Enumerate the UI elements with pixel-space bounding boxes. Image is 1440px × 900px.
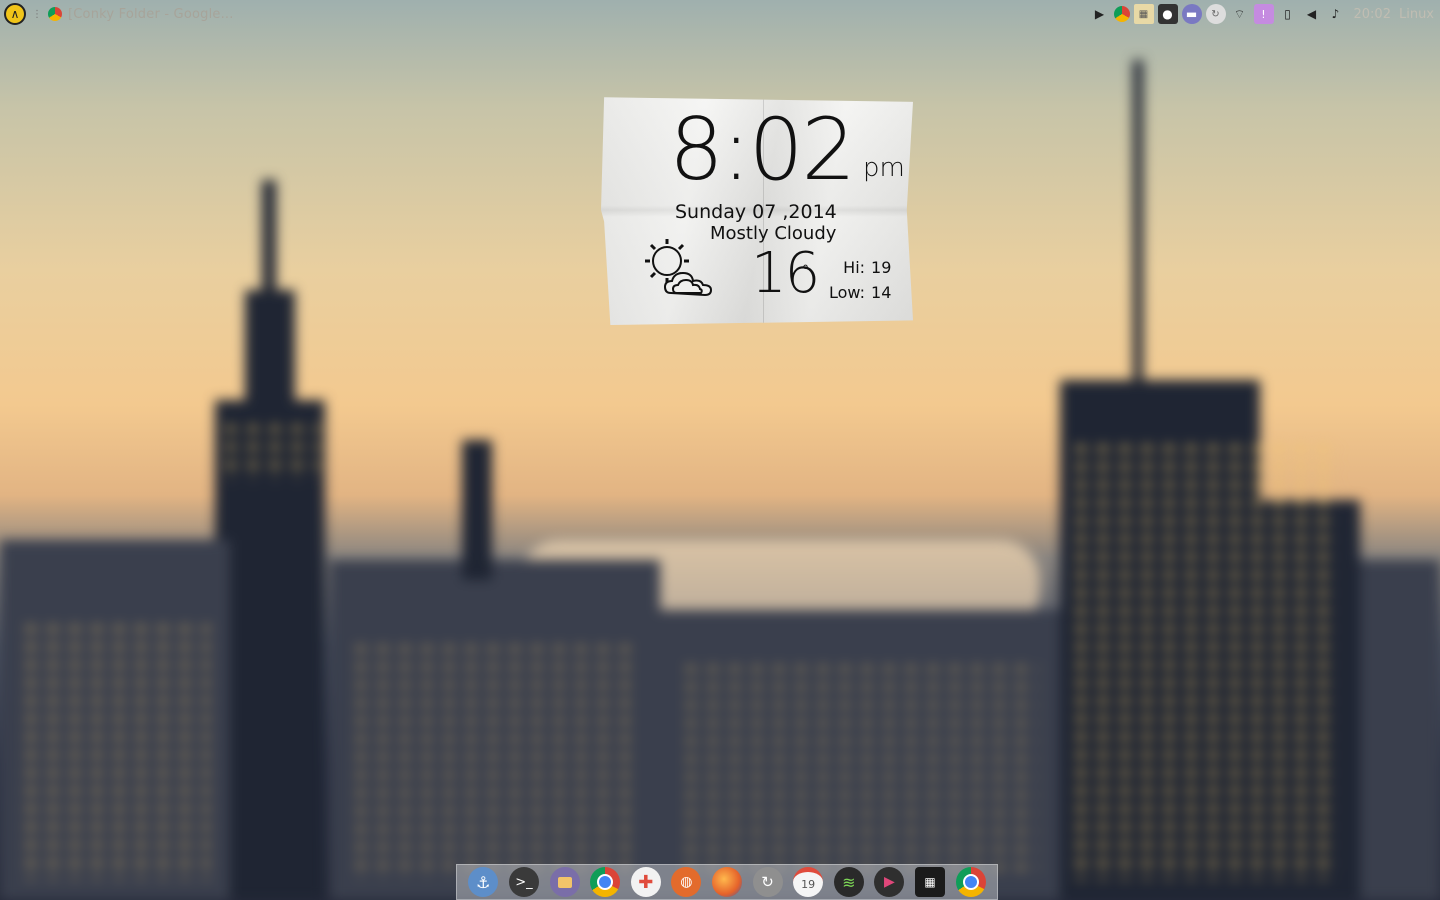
indicator-icon[interactable]: ! <box>1253 4 1274 24</box>
calendar-icon[interactable]: 19 <box>793 867 824 897</box>
photo-icon[interactable]: ▦ <box>1133 4 1154 24</box>
conky-ampm: pm <box>863 153 905 183</box>
media-player-icon[interactable]: ▶ <box>874 867 905 897</box>
calendar-day: 19 <box>801 878 816 891</box>
low-value: 14 <box>871 283 892 302</box>
chrome-icon[interactable] <box>48 7 62 21</box>
terminal-icon[interactable]: >_ <box>508 867 539 897</box>
hi-value: 19 <box>871 258 892 277</box>
chrome-icon[interactable] <box>955 867 986 897</box>
wifi-icon[interactable]: ⌔ <box>1230 4 1250 24</box>
conky-hi-low: Hi: 19 Low: 14 <box>829 255 891 305</box>
update-icon[interactable]: ↻ <box>1205 4 1226 24</box>
dock: ⚓ >_ ✚ ◍ ↻ 19 ≋ ▶ ▦ <box>456 864 998 900</box>
conky-weather-widget: 8:02 pm Sunday 07 ,2014 Mostly Cloudy 16… <box>601 97 913 325</box>
apps-grid-icon[interactable]: ▦ <box>915 867 945 897</box>
panel-left: ∧ ⋮ [Conky Folder - Google... <box>0 3 234 25</box>
distro-label: Linux <box>1398 6 1434 22</box>
conky-degree: ° <box>802 263 809 279</box>
top-panel: ∧ ⋮ [Conky Folder - Google... ▶ ▦ ● ▬ ↻ … <box>0 0 1440 28</box>
panel-clock[interactable]: 20:02 <box>1354 7 1391 22</box>
chrome-icon[interactable] <box>590 867 621 897</box>
circle-app-icon[interactable]: ● <box>1157 4 1178 24</box>
hi-label: Hi: <box>843 258 866 277</box>
system-tray: ▶ ▦ ● ▬ ↻ ⌔ ! ▯ ◀ ♪ 20:02 Linux <box>1090 4 1440 24</box>
audio-player-icon[interactable]: ▶ <box>1090 4 1110 24</box>
files-icon[interactable] <box>549 867 580 897</box>
anchor-icon[interactable]: ⚓ <box>468 867 499 897</box>
chrome-icon[interactable] <box>1113 6 1130 22</box>
battery-icon[interactable]: ▯ <box>1278 4 1298 24</box>
plus-app-icon[interactable]: ✚ <box>630 867 661 897</box>
menu-launcher-icon[interactable]: ∧ <box>4 3 26 25</box>
sync-icon[interactable]: ↻ <box>752 867 783 897</box>
bell-icon[interactable]: ♪ <box>1326 4 1346 24</box>
grip-icon: ⋮ <box>32 8 42 20</box>
firefox-icon[interactable] <box>711 867 742 897</box>
conky-date: Sunday 07 ,2014 <box>675 201 837 223</box>
conky-time: 8:02 <box>669 100 856 200</box>
spotify-icon[interactable]: ≋ <box>833 867 864 897</box>
chat-icon[interactable]: ▬ <box>1181 4 1202 24</box>
volume-icon[interactable]: ◀ <box>1302 4 1322 24</box>
active-window-title[interactable]: [Conky Folder - Google... <box>68 7 234 22</box>
sun-cloud-icon <box>645 239 713 297</box>
desktop: ∧ ⋮ [Conky Folder - Google... ▶ ▦ ● ▬ ↻ … <box>0 0 1440 900</box>
low-label: Low: <box>829 283 866 302</box>
basketball-icon[interactable]: ◍ <box>671 867 702 897</box>
